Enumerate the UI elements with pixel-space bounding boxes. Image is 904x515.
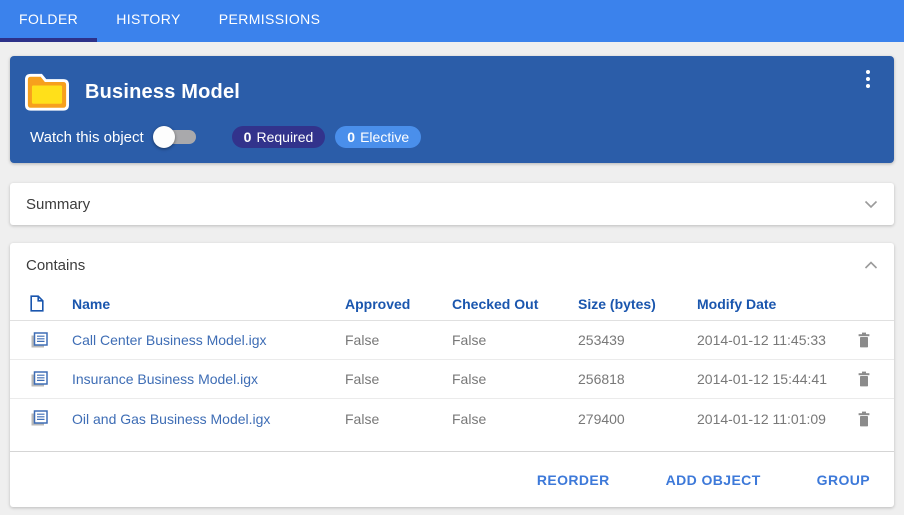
document-icon [30, 295, 72, 312]
tab-history[interactable]: HISTORY [97, 0, 200, 42]
col-header-modify-date[interactable]: Modify Date [697, 296, 855, 312]
cell-size: 256818 [578, 371, 697, 387]
chevron-up-icon [864, 261, 878, 270]
cell-approved: False [345, 371, 452, 387]
cell-approved: False [345, 411, 452, 427]
cell-checked-out: False [452, 332, 578, 348]
main-content: Business Model Watch this object 0 Requi… [0, 56, 904, 507]
cell-size: 253439 [578, 332, 697, 348]
trash-icon[interactable] [855, 409, 873, 429]
object-link[interactable]: Oil and Gas Business Model.igx [72, 411, 345, 427]
add-object-button[interactable]: ADD OBJECT [666, 472, 761, 488]
required-badge: 0 Required [232, 126, 326, 148]
contains-table: Name Approved Checked Out Size (bytes) M… [10, 287, 894, 438]
watch-row: Watch this object 0 Required 0 Elective [30, 126, 878, 148]
cell-checked-out: False [452, 411, 578, 427]
header-title-row: Business Model [22, 70, 878, 114]
folder-icon [22, 70, 72, 114]
elective-count: 0 [347, 129, 355, 145]
object-link[interactable]: Call Center Business Model.igx [72, 332, 345, 348]
cell-size: 279400 [578, 411, 697, 427]
copy-document-icon [30, 410, 72, 427]
col-header-approved[interactable]: Approved [345, 296, 452, 312]
cell-modify-date: 2014-01-12 11:01:09 [697, 411, 855, 427]
summary-title: Summary [26, 196, 90, 213]
trash-icon[interactable] [855, 330, 873, 350]
cell-modify-date: 2014-01-12 15:44:41 [697, 371, 855, 387]
table-header-row: Name Approved Checked Out Size (bytes) M… [10, 287, 894, 321]
group-button[interactable]: GROUP [817, 472, 870, 488]
cell-approved: False [345, 332, 452, 348]
col-header-checked-out[interactable]: Checked Out [452, 296, 578, 312]
elective-badge: 0 Elective [335, 126, 421, 148]
copy-document-icon [30, 332, 72, 349]
cell-modify-date: 2014-01-12 11:45:33 [697, 332, 855, 348]
page-title: Business Model [85, 81, 240, 104]
chevron-down-icon [864, 200, 878, 209]
kebab-menu-icon[interactable] [856, 66, 880, 92]
table-row: Oil and Gas Business Model.igx False Fal… [10, 399, 894, 438]
required-count: 0 [244, 129, 252, 145]
table-body: Call Center Business Model.igx False Fal… [10, 321, 894, 438]
col-header-size[interactable]: Size (bytes) [578, 296, 697, 312]
table-row: Call Center Business Model.igx False Fal… [10, 321, 894, 360]
contains-section-header[interactable]: Contains [10, 243, 894, 287]
required-label: Required [256, 129, 313, 145]
watch-label: Watch this object [30, 129, 144, 146]
reorder-button[interactable]: REORDER [537, 472, 610, 488]
contains-section: Contains Name Approved Checked Out Size … [10, 243, 894, 507]
col-header-name[interactable]: Name [72, 296, 345, 312]
copy-document-icon [30, 371, 72, 388]
elective-label: Elective [360, 129, 409, 145]
cell-checked-out: False [452, 371, 578, 387]
table-row: Insurance Business Model.igx False False… [10, 360, 894, 399]
trash-icon[interactable] [855, 369, 873, 389]
summary-section-header[interactable]: Summary [10, 183, 894, 225]
actions-bar: REORDER ADD OBJECT GROUP [10, 452, 894, 507]
contains-title: Contains [26, 257, 85, 274]
object-link[interactable]: Insurance Business Model.igx [72, 371, 345, 387]
toggle-knob [153, 126, 175, 148]
object-header-card: Business Model Watch this object 0 Requi… [10, 56, 894, 163]
watch-toggle[interactable] [156, 130, 196, 144]
top-nav: FOLDER HISTORY PERMISSIONS [0, 0, 904, 42]
tab-permissions[interactable]: PERMISSIONS [200, 0, 340, 42]
tab-folder[interactable]: FOLDER [0, 0, 97, 42]
